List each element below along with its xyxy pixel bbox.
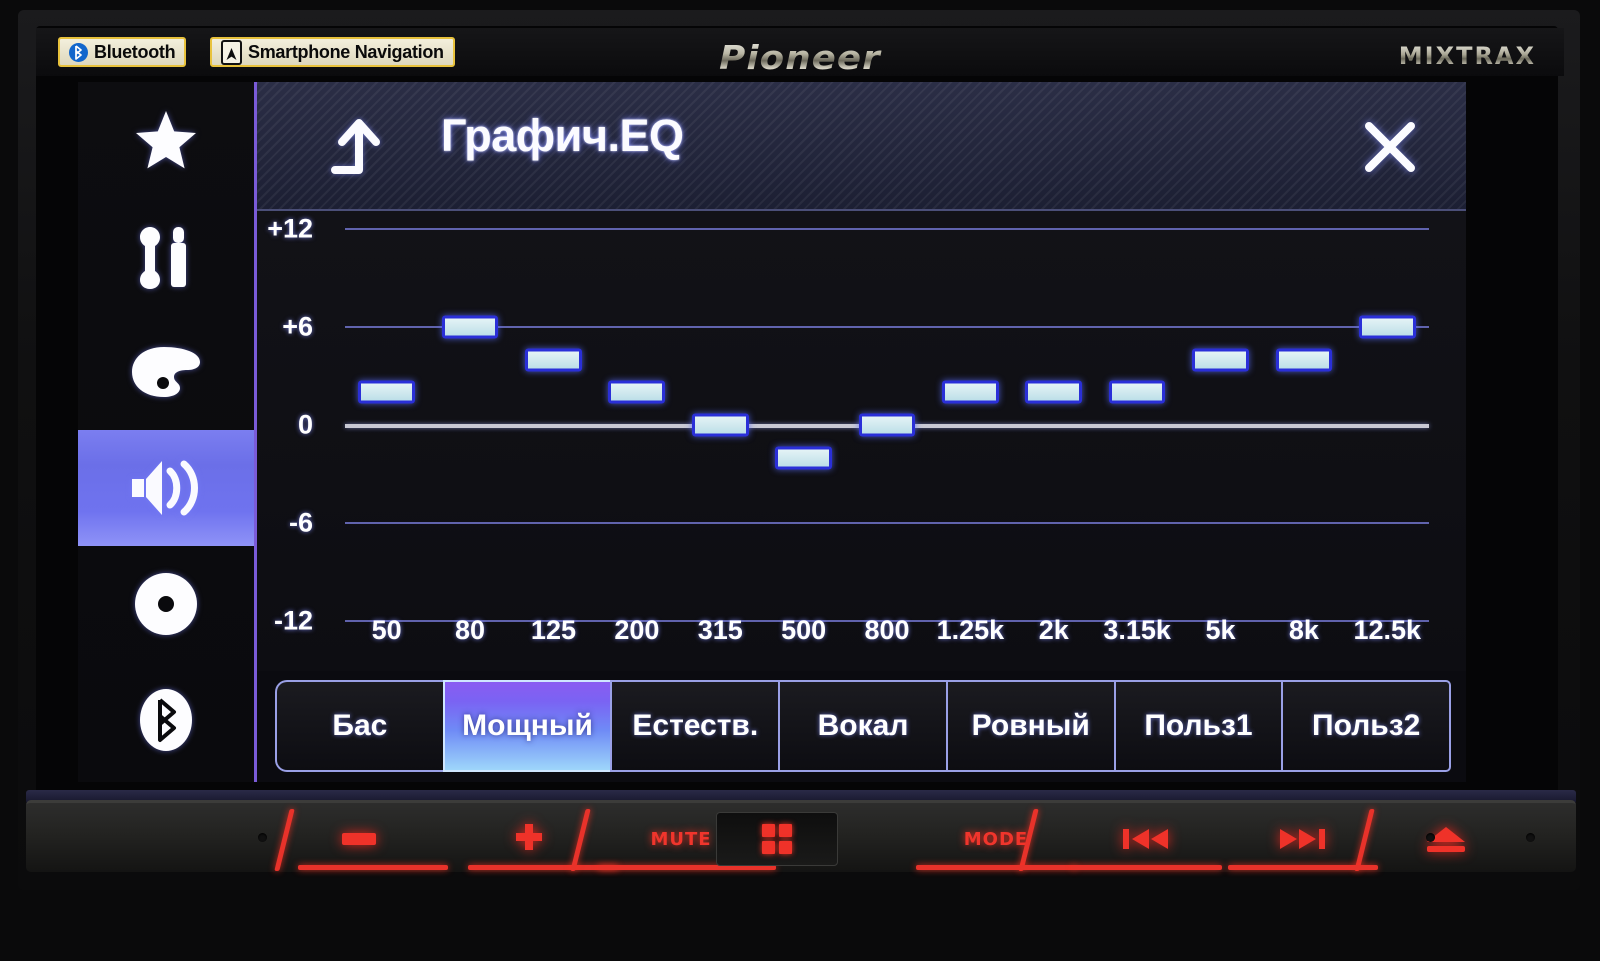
close-button[interactable] — [1355, 112, 1425, 182]
pioneer-logo: Pioneer — [0, 38, 1600, 77]
x-axis-tick: 3.15k — [1103, 615, 1171, 645]
preset-button[interactable]: Ровный — [945, 680, 1114, 772]
eq-band-slider[interactable] — [858, 413, 916, 437]
x-axis-tick: 800 — [864, 615, 910, 645]
next-track-icon — [1279, 827, 1325, 851]
plus-icon — [512, 822, 546, 856]
y-axis-tick: -6 — [288, 507, 313, 538]
y-axis-tick: 0 — [297, 409, 313, 440]
gridline — [345, 326, 1429, 328]
disc-icon — [133, 571, 199, 637]
hardware-button-strip: MUTE MODE — [26, 800, 1576, 872]
eq-band-slider[interactable] — [1358, 315, 1416, 339]
hw-underline — [1072, 865, 1222, 870]
preset-button[interactable]: Польз1 — [1113, 680, 1282, 772]
hw-button-eject[interactable] — [1386, 803, 1506, 875]
eq-band-slider[interactable] — [691, 413, 749, 437]
preset-button[interactable]: Бас — [275, 680, 443, 772]
preset-button[interactable]: Мощный — [442, 680, 611, 772]
bluetooth-icon — [138, 688, 194, 752]
close-icon — [1362, 119, 1418, 175]
sidebar-item-audio[interactable] — [78, 430, 286, 546]
hw-underline — [1228, 865, 1378, 870]
preset-button[interactable]: Вокал — [778, 680, 946, 772]
x-axis-tick: 200 — [614, 615, 660, 645]
page-title: Графич.EQ — [441, 110, 684, 161]
preset-button[interactable]: Польз2 — [1281, 680, 1452, 772]
back-button[interactable] — [319, 110, 399, 182]
sidebar-item-bluetooth[interactable] — [78, 662, 254, 778]
previous-track-icon — [1123, 827, 1169, 851]
gridline — [345, 522, 1429, 524]
x-axis-tick: 2k — [1038, 615, 1069, 645]
equalizer-chart: +12 +6 0 -6 -12 50 80 125 200 315 500 800 1.25k 2k 3.… — [257, 211, 1466, 671]
palette-icon — [130, 345, 202, 399]
eq-band-slider[interactable] — [608, 380, 666, 404]
top-status-bar: Bluetooth Smartphone Navigation Pioneer … — [36, 28, 1564, 77]
x-axis-tick: 12.5k — [1353, 615, 1422, 645]
star-icon — [134, 109, 198, 171]
hw-button-mode-label: MODE — [963, 828, 1029, 850]
eq-band-slider[interactable] — [358, 380, 416, 404]
x-axis-tick: 500 — [781, 615, 827, 645]
eq-band-slider[interactable] — [942, 380, 999, 404]
hw-button-mute-label: MUTE — [650, 828, 712, 850]
x-axis-tick: 80 — [455, 615, 486, 645]
minus-icon — [342, 833, 376, 845]
sidebar-item-favorites[interactable] — [78, 82, 254, 198]
y-axis-tick: -12 — [273, 605, 313, 636]
eq-band-slider[interactable] — [1025, 380, 1083, 404]
eq-band-slider[interactable] — [1192, 348, 1249, 372]
eq-band-slider[interactable] — [1108, 380, 1166, 404]
eq-band-slider[interactable] — [441, 315, 499, 339]
panel-header: Графич.EQ — [257, 82, 1466, 211]
grid-icon — [762, 824, 792, 854]
x-axis-tick: 50 — [371, 615, 402, 645]
y-axis-tick: +6 — [282, 311, 313, 342]
back-arrow-icon — [328, 115, 390, 177]
x-axis-tick: 8k — [1288, 615, 1319, 645]
x-axis-tick: 1.25k — [936, 615, 1005, 645]
hw-button-home[interactable] — [716, 812, 838, 866]
lcd-screen: Графич.EQ +12 +6 0 -6 -12 50 80 125 200 315 500 80… — [78, 82, 1466, 782]
car-head-unit: Bluetooth Smartphone Navigation Pioneer … — [0, 0, 1600, 961]
mixtrax-logo: MIXTRAX — [1398, 42, 1536, 70]
hw-underline — [916, 865, 1076, 870]
eq-band-slider[interactable] — [1275, 348, 1333, 372]
eq-band-slider[interactable] — [525, 348, 582, 372]
mic-pinhole — [1426, 833, 1435, 842]
x-axis-tick: 315 — [697, 615, 743, 645]
hw-underline — [298, 865, 448, 870]
sidebar-item-settings[interactable] — [78, 198, 254, 314]
sidebar-item-theme[interactable] — [78, 314, 254, 430]
preset-button[interactable]: Естеств. — [610, 680, 779, 772]
speaker-icon — [128, 457, 204, 519]
sidebar-rail — [78, 82, 286, 782]
eq-panel: Графич.EQ +12 +6 0 -6 -12 50 80 125 200 315 500 80… — [254, 82, 1466, 782]
eq-plot[interactable]: +12 +6 0 -6 -12 — [267, 214, 1429, 636]
wrench-screwdriver-icon — [133, 223, 199, 289]
preset-button-group: Бас Мощный Естеств. Вокал Ровный Польз1 Польз2 — [275, 680, 1452, 772]
x-axis-tick: 125 — [530, 615, 576, 645]
x-axis-tick: 5k — [1205, 615, 1236, 645]
eq-band-slider[interactable] — [775, 446, 832, 470]
gridline — [345, 228, 1429, 230]
frequency-axis: 50 80 125 200 315 500 800 1.25k 2k 3.15k 5k 8k 12.5k — [345, 615, 1429, 661]
y-axis-tick: +12 — [267, 213, 313, 244]
ir-sensor — [258, 833, 267, 842]
reset-pinhole — [1526, 833, 1535, 842]
sidebar-item-disc[interactable] — [78, 546, 254, 662]
